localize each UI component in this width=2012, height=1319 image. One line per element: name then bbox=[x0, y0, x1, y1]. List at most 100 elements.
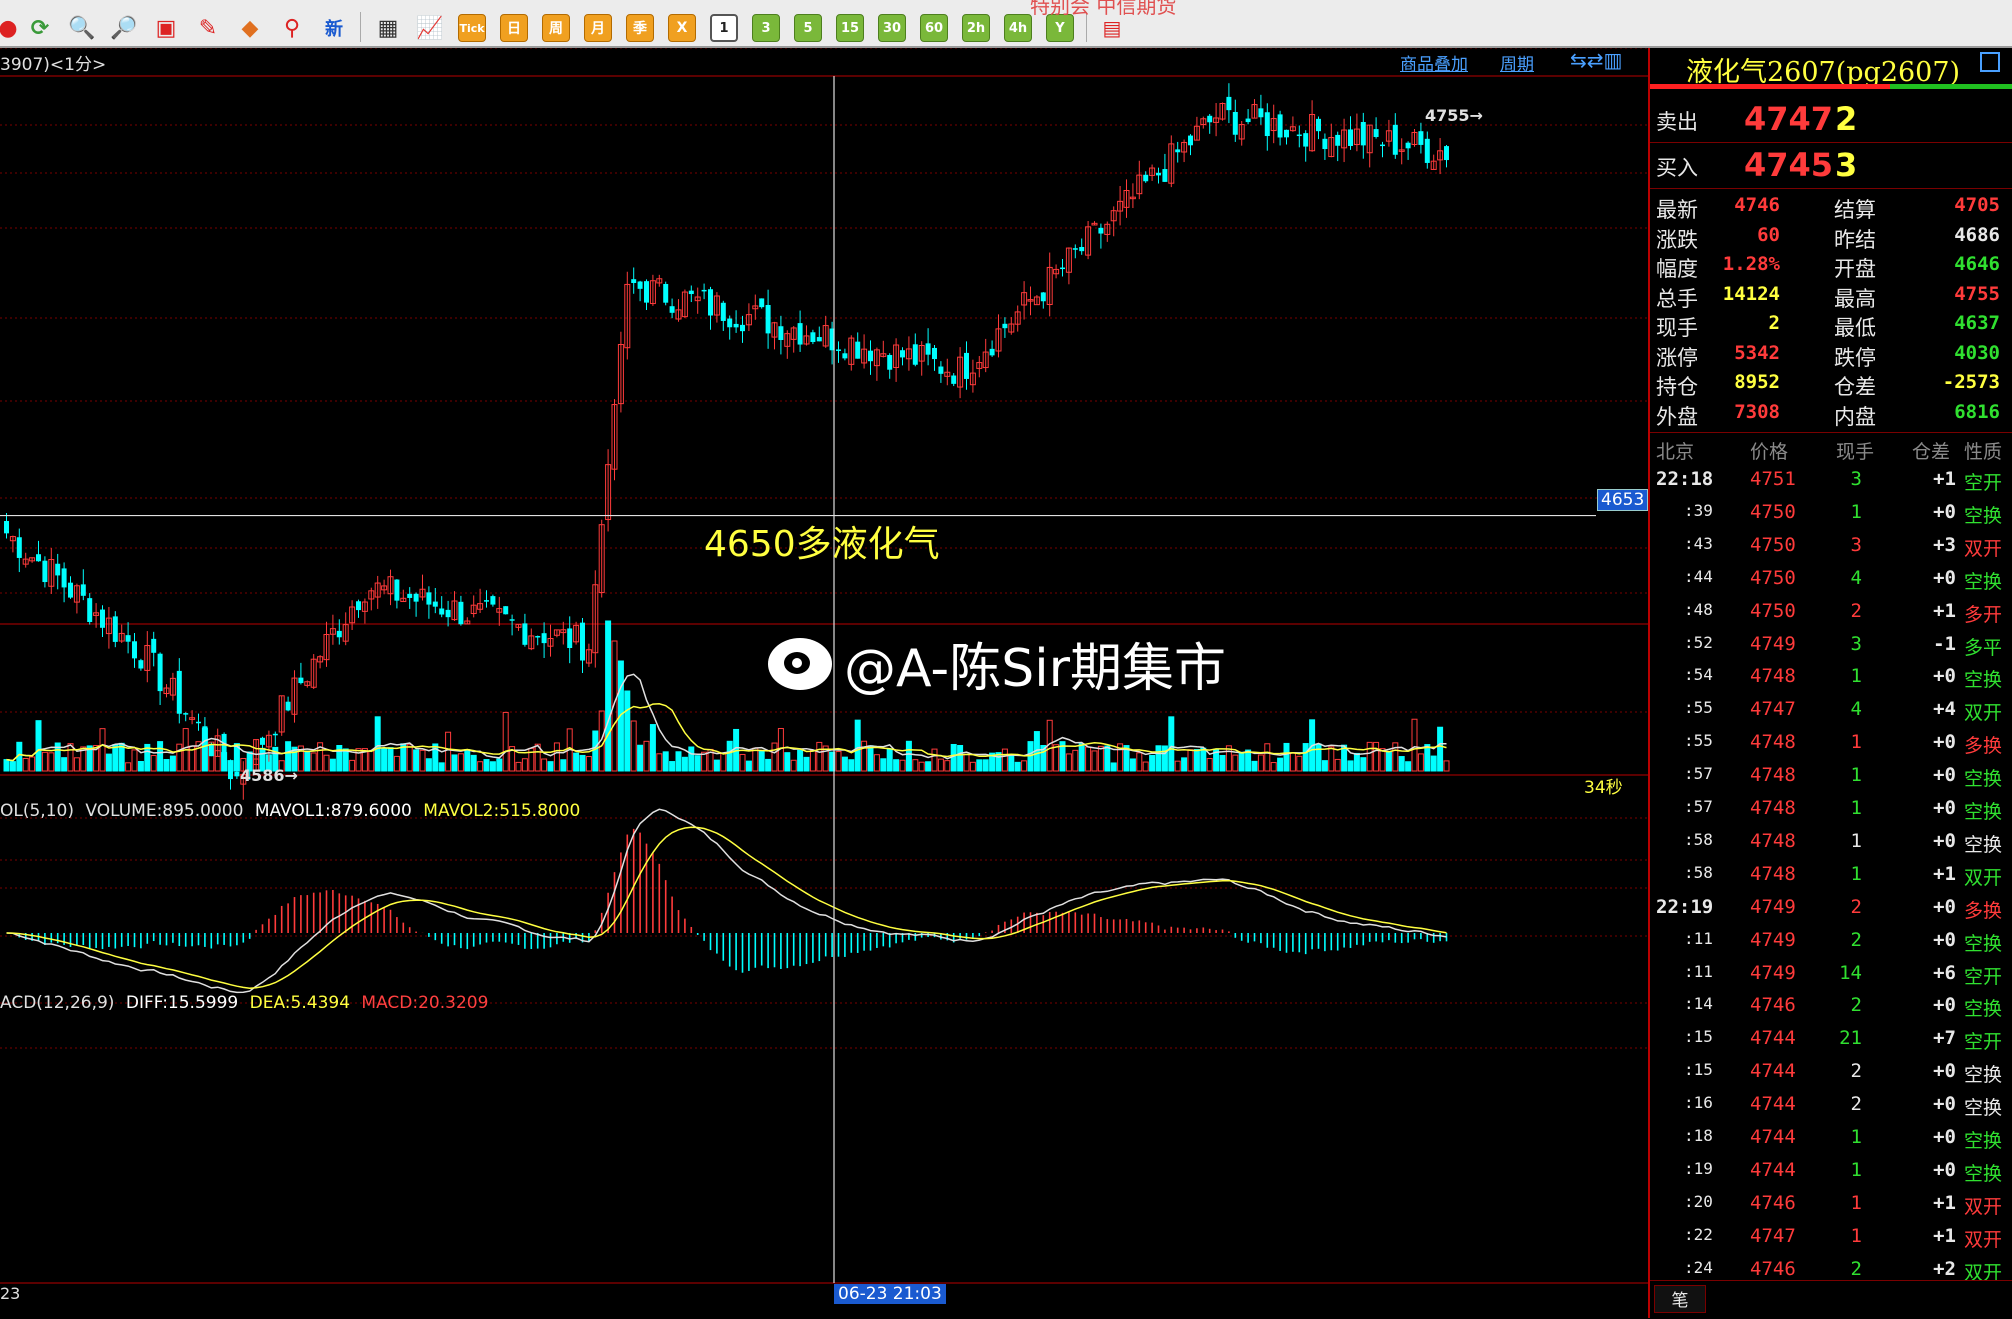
volume-bar bbox=[771, 742, 778, 772]
layout-icon[interactable]: ⇆⇄▥ bbox=[1570, 48, 1622, 72]
windows-icon[interactable]: ▣ bbox=[152, 14, 180, 42]
volume-bar bbox=[982, 759, 989, 772]
tick-time: :18 bbox=[1684, 1126, 1713, 1145]
candle-body bbox=[1245, 118, 1251, 123]
period-15min-button[interactable]: 15 bbox=[836, 14, 864, 42]
tab-ticks[interactable]: 笔 bbox=[1654, 1285, 1706, 1313]
candle-body bbox=[208, 744, 214, 757]
macd-value: MACD:20.3209 bbox=[361, 993, 489, 1013]
period-quarter-button[interactable]: 季 bbox=[626, 14, 654, 42]
stat-value: 7308 bbox=[1734, 400, 1780, 423]
stat-label: 内盘 bbox=[1834, 404, 1876, 429]
volume-bar bbox=[48, 752, 55, 772]
period-30min-button[interactable]: 30 bbox=[878, 14, 906, 42]
chart-area[interactable]: 3907)<1分> 商品叠加 周期 ⇆⇄▥ 4755→ 4586→ 4653 0… bbox=[0, 48, 1649, 1318]
volume-bar bbox=[67, 743, 74, 772]
period-5min-button[interactable]: 5 bbox=[794, 14, 822, 42]
period-week-button[interactable]: 周 bbox=[542, 14, 570, 42]
period-day-button[interactable]: 日 bbox=[500, 14, 528, 42]
dea-line bbox=[6, 826, 1447, 989]
volume-bar bbox=[1245, 749, 1252, 772]
volume-bar bbox=[848, 759, 855, 772]
volume-bar bbox=[323, 754, 330, 772]
volume-bar bbox=[797, 749, 804, 772]
cycle-link[interactable]: 周期 bbox=[1500, 50, 1534, 75]
candle-body bbox=[797, 323, 803, 345]
eraser-icon[interactable]: ◆ bbox=[236, 14, 264, 42]
volume-bar bbox=[688, 746, 695, 772]
tick-oi-change: +1 bbox=[1933, 599, 1956, 622]
volume-indicator-name: OL(5,10) bbox=[0, 801, 74, 821]
candle-body bbox=[196, 721, 201, 724]
candle-body bbox=[125, 635, 131, 642]
period-4h-button[interactable]: 4h bbox=[1004, 14, 1032, 42]
period-x-button[interactable]: X bbox=[668, 14, 696, 42]
tick-oi-change: +0 bbox=[1933, 1126, 1956, 1148]
zoom-out-icon[interactable]: 🔎 bbox=[110, 14, 138, 42]
table-icon[interactable]: ▦ bbox=[374, 14, 402, 42]
new-icon[interactable]: 新 bbox=[320, 14, 348, 42]
dea-value: DEA:5.4394 bbox=[249, 993, 351, 1013]
volume-bar bbox=[1379, 748, 1386, 772]
candle-body bbox=[1322, 138, 1328, 150]
period-3min-button[interactable]: 3 bbox=[752, 14, 780, 42]
watermark: @A-陈Sir期集市 bbox=[768, 626, 1226, 701]
candle-body bbox=[1162, 169, 1168, 182]
stat-label: 跌停 bbox=[1834, 345, 1876, 370]
trade-tick-row: :43 4750 3 +3 双开 bbox=[1650, 534, 2012, 567]
candle-body bbox=[541, 633, 547, 644]
period-1min-button[interactable]: 1 bbox=[710, 14, 738, 42]
quote-stat-row: 涨停 5342 跌停 4030 bbox=[1650, 342, 2012, 372]
volume-bar bbox=[745, 760, 752, 772]
volume-bar bbox=[1168, 716, 1175, 772]
tick-nature: 空换 bbox=[1964, 801, 2003, 823]
tick-volume: 3 bbox=[1850, 533, 1862, 556]
tick-price: 4744 bbox=[1750, 1126, 1796, 1148]
candle-body bbox=[503, 606, 509, 615]
symbol-header[interactable]: 液化气2607(pg2607) bbox=[1650, 48, 2012, 88]
period-60min-button[interactable]: 60 bbox=[920, 14, 948, 42]
volume-bar bbox=[1072, 749, 1079, 772]
period-month-button[interactable]: 月 bbox=[584, 14, 612, 42]
quote-stat-row: 现手 2 最低 4637 bbox=[1650, 312, 2012, 342]
panel-toggle-icon[interactable] bbox=[1980, 52, 2000, 72]
ask-label: 卖出 bbox=[1656, 110, 1698, 134]
chart-line-icon[interactable]: 📈 bbox=[416, 14, 444, 42]
candle-body bbox=[1284, 129, 1289, 138]
volume-bar bbox=[560, 759, 567, 772]
tick-nature: 双开 bbox=[1964, 866, 2003, 889]
volume-bar bbox=[304, 750, 311, 772]
tick-oi-change: +0 bbox=[1933, 731, 1956, 754]
filter-icon[interactable]: ⚲ bbox=[278, 14, 306, 42]
draw-pen-icon[interactable]: ✎ bbox=[194, 14, 222, 42]
refresh-icon[interactable]: ⟳ bbox=[26, 14, 54, 42]
candle-body bbox=[439, 608, 445, 615]
volume-bar bbox=[976, 759, 983, 772]
volume-bar bbox=[413, 749, 420, 772]
volume-bar bbox=[726, 740, 733, 772]
candle-body bbox=[663, 283, 669, 303]
volume-bar bbox=[1174, 760, 1181, 772]
candle-body bbox=[701, 289, 707, 292]
macd-legend: ACD(12,26,9) DIFF:15.5999 DEA:5.4394 MAC… bbox=[0, 993, 488, 1013]
candle-body bbox=[900, 350, 905, 358]
overlay-link[interactable]: 商品叠加 bbox=[1400, 50, 1468, 75]
period-tick-button[interactable]: Tick bbox=[458, 14, 486, 42]
period-2h-button[interactable]: 2h bbox=[962, 14, 990, 42]
tick-time: :39 bbox=[1684, 500, 1713, 520]
candle-body bbox=[567, 628, 573, 649]
volume-bar bbox=[758, 750, 765, 772]
volume-bar bbox=[803, 756, 810, 772]
volume-bar bbox=[521, 758, 528, 772]
volume-bar bbox=[61, 757, 68, 772]
tick-volume: 2 bbox=[1850, 994, 1862, 1017]
zoom-in-icon[interactable]: 🔍 bbox=[68, 14, 96, 42]
app-icon[interactable]: ● bbox=[0, 14, 22, 42]
volume-bar bbox=[579, 754, 586, 772]
candle-body bbox=[234, 771, 240, 777]
bid-volume: 3 bbox=[1835, 146, 1858, 184]
volume-bar bbox=[381, 748, 388, 772]
volume-bar bbox=[1302, 743, 1309, 772]
divider bbox=[1650, 188, 2012, 189]
tick-volume: 2 bbox=[1850, 1060, 1862, 1083]
